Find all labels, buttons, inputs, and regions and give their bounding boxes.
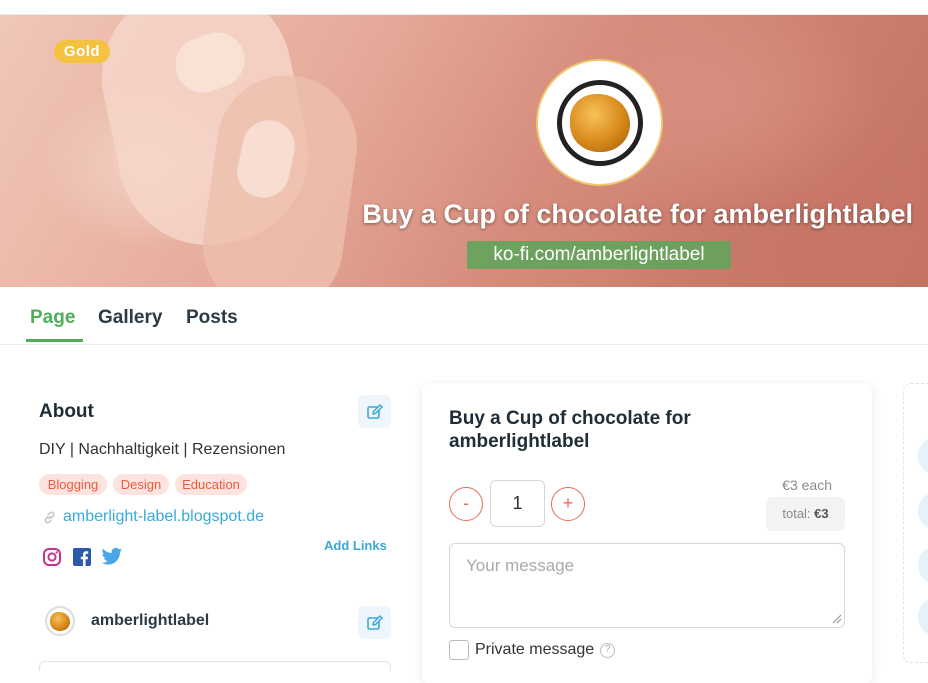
private-message-row: Private message ? (449, 640, 616, 660)
twitter-icon[interactable] (101, 546, 123, 568)
banner-title: Buy a Cup of chocolate for amberlightlab… (362, 199, 913, 229)
website-link[interactable]: amberlight-label.blogspot.de (42, 508, 264, 526)
increase-quantity-button[interactable]: + (551, 487, 585, 521)
avatar-ring (556, 79, 643, 166)
quantity-input[interactable] (490, 480, 545, 527)
tab-page[interactable]: Page (30, 307, 75, 329)
active-tab-indicator (26, 339, 83, 342)
help-icon[interactable]: ? (600, 642, 616, 658)
add-links-button[interactable]: Add Links (324, 538, 387, 553)
user-avatar[interactable] (45, 606, 75, 636)
amber-stone-image (569, 93, 630, 152)
about-heading: About (39, 401, 94, 422)
about-bottom-card (39, 661, 391, 671)
top-navbar (0, 0, 928, 15)
link-icon (44, 511, 55, 523)
resize-handle-icon[interactable] (830, 612, 842, 624)
price-each: €3 each (782, 477, 832, 493)
facebook-icon[interactable] (71, 546, 93, 568)
edit-about-button[interactable] (358, 395, 391, 428)
cover-banner (0, 15, 928, 287)
total-label: total: (782, 506, 811, 521)
username[interactable]: amberlightlabel (91, 612, 209, 630)
edit-icon (366, 403, 383, 419)
page-tabs: Page Gallery Posts (0, 287, 928, 345)
total-value: €3 (814, 506, 829, 521)
instagram-icon[interactable] (41, 546, 63, 568)
private-message-label[interactable]: Private message (475, 641, 594, 659)
edit-profile-button[interactable] (358, 606, 391, 639)
tag-design[interactable]: Design (113, 474, 169, 495)
gold-badge: Gold (54, 40, 110, 63)
amber-stone-image (50, 611, 70, 631)
tag-blogging[interactable]: Blogging (39, 474, 107, 495)
donation-card: Buy a Cup of chocolate for amberlightlab… (422, 383, 872, 683)
decrease-quantity-button[interactable]: - (449, 487, 483, 521)
message-input[interactable] (449, 543, 845, 628)
profile-avatar[interactable] (536, 59, 663, 186)
donation-card-title: Buy a Cup of chocolate for amberlightlab… (449, 408, 691, 452)
edit-icon (366, 614, 383, 630)
tab-gallery[interactable]: Gallery (98, 307, 162, 329)
total-price: total: €3 (766, 497, 845, 531)
private-message-checkbox[interactable] (449, 640, 469, 660)
profile-url[interactable]: ko-fi.com/amberlightlabel (467, 241, 731, 269)
tag-education[interactable]: Education (175, 474, 247, 495)
website-link-text[interactable]: amberlight-label.blogspot.de (63, 508, 264, 526)
tab-posts[interactable]: Posts (186, 307, 238, 329)
about-description: DIY | Nachhaltigkeit | Rezensionen (39, 441, 286, 458)
